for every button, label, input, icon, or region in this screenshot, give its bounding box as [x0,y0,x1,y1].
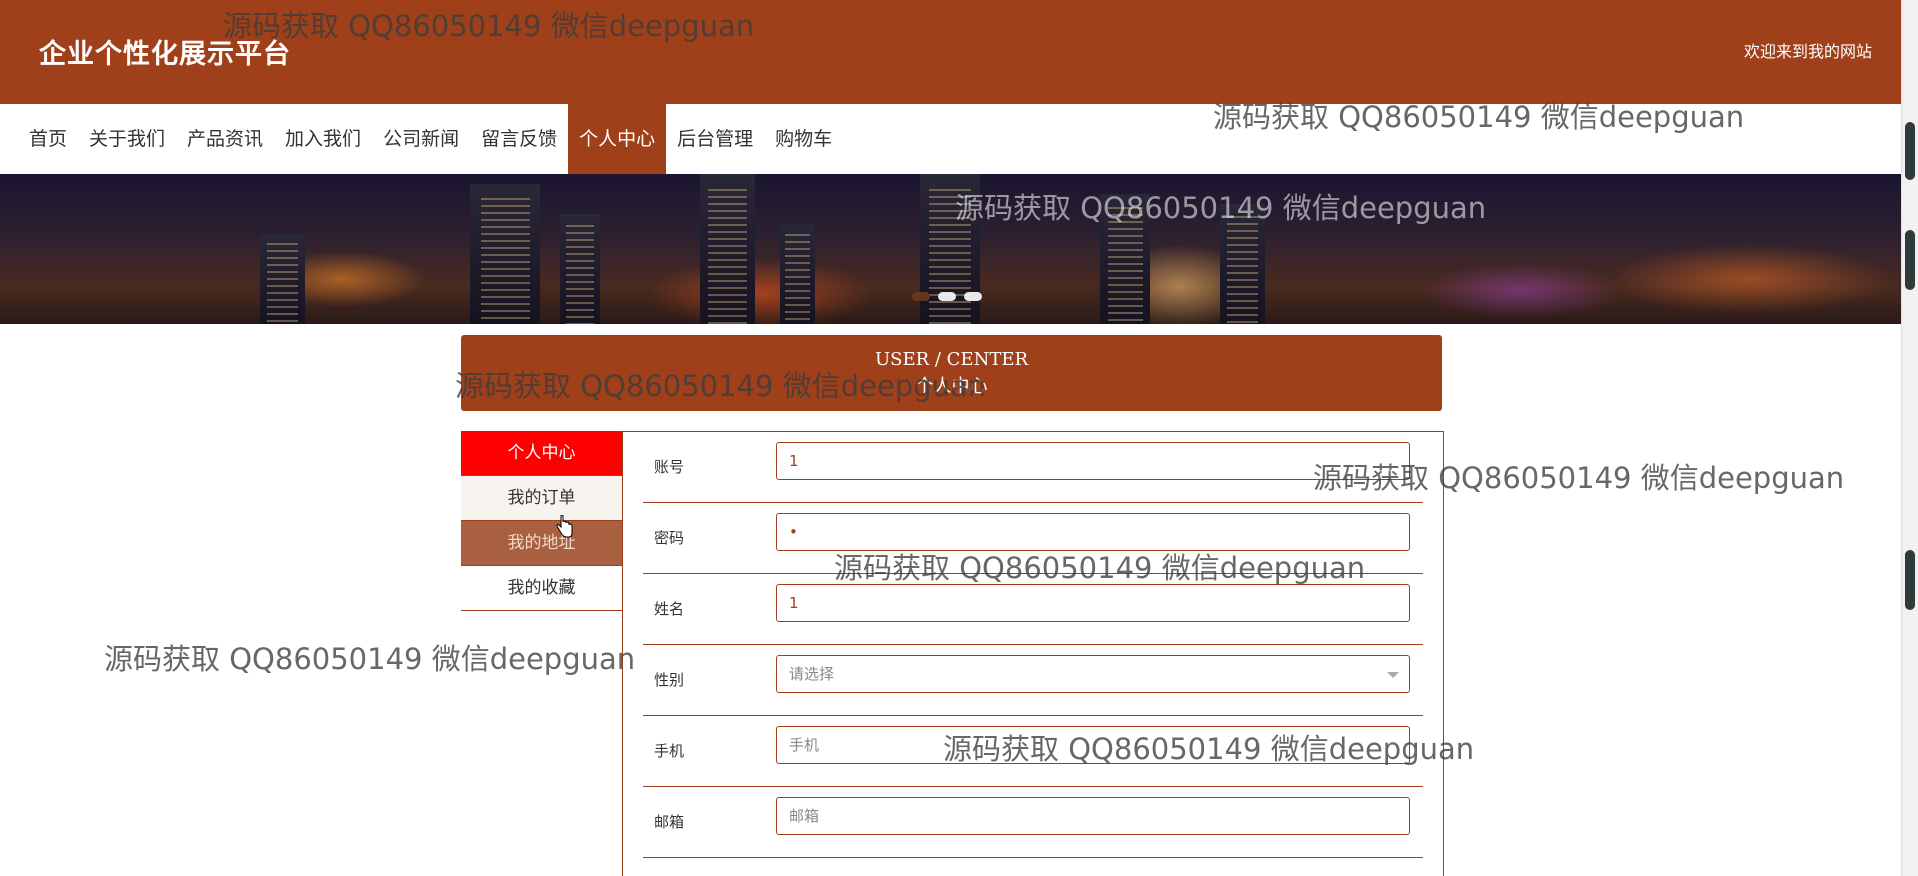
site-title[interactable]: 企业个性化展示平台 [39,32,291,71]
name-label: 姓名 [654,600,685,618]
nav-item-cart[interactable]: 购物车 [764,104,843,174]
top-header: 企业个性化展示平台 欢迎来到我的网站 [0,0,1902,104]
gender-select[interactable]: 请选择 [776,655,1410,693]
gender-label: 性别 [654,671,685,689]
banner-building [560,214,600,324]
email-label: 邮箱 [654,813,685,831]
form-row-name: 姓名 1 [643,574,1423,645]
chevron-down-icon [1387,672,1399,678]
page: 企业个性化展示平台 欢迎来到我的网站 首页 关于我们 产品资讯 加入我们 公司新… [0,0,1902,876]
user-side-menu: 个人中心 我的订单 我的地址 我的收藏 [461,431,622,611]
nav-item-user-center[interactable]: 个人中心 [568,104,667,174]
password-input[interactable]: • [776,513,1410,551]
carousel-dot[interactable] [964,292,982,301]
scrollbar-thumb[interactable] [1905,550,1915,610]
user-center-header: USER / CENTER 个人中心 [461,335,1442,411]
welcome-text: 欢迎来到我的网站 [1743,42,1872,61]
profile-form: 账号 1 密码 • 姓名 1 性别 请选择 手机 手机 邮箱 邮箱 [622,431,1444,876]
carousel-dot[interactable] [912,292,930,301]
banner-building [780,224,815,324]
side-item-orders[interactable]: 我的订单 [461,476,622,521]
side-item-user-center[interactable]: 个人中心 [461,431,622,476]
carousel-indicators [912,292,982,301]
user-center-title-cn: 个人中心 [915,376,988,397]
form-row-account: 账号 1 [643,432,1423,503]
nav-item-join[interactable]: 加入我们 [274,104,372,174]
hand-cursor-icon [556,515,573,538]
banner-building [470,184,540,324]
user-center-title-en: USER / CENTER [874,349,1029,370]
banner-building [1220,204,1265,324]
nav-item-home[interactable]: 首页 [18,104,78,174]
scrollbar-thumb[interactable] [1905,122,1915,180]
side-item-address[interactable]: 我的地址 [461,521,622,566]
banner-building [260,234,305,324]
nav-item-admin[interactable]: 后台管理 [666,104,764,174]
nav-item-news[interactable]: 公司新闻 [372,104,470,174]
gender-select-placeholder: 请选择 [789,665,835,683]
password-label: 密码 [654,529,685,547]
banner-carousel[interactable] [0,174,1902,324]
banner-building [1100,194,1150,324]
phone-label: 手机 [654,742,685,760]
name-input[interactable]: 1 [776,584,1410,622]
carousel-dot[interactable] [938,292,956,301]
form-row-password: 密码 • [643,503,1423,574]
form-row-phone: 手机 手机 [643,716,1423,787]
phone-input[interactable]: 手机 [776,726,1410,764]
side-item-favorites[interactable]: 我的收藏 [461,566,622,611]
page-scrollbar[interactable] [1901,0,1918,876]
nav-item-products[interactable]: 产品资讯 [176,104,274,174]
account-input[interactable]: 1 [776,442,1410,480]
main-nav: 首页 关于我们 产品资讯 加入我们 公司新闻 留言反馈 个人中心 后台管理 购物… [0,104,1902,174]
form-row-email: 邮箱 邮箱 [643,787,1423,858]
nav-item-about[interactable]: 关于我们 [78,104,176,174]
account-label: 账号 [654,458,685,476]
nav-item-feedback[interactable]: 留言反馈 [470,104,568,174]
email-input[interactable]: 邮箱 [776,797,1410,835]
form-row-gender: 性别 请选择 [643,645,1423,716]
banner-building [920,174,980,324]
banner-building [700,174,755,324]
scrollbar-thumb[interactable] [1905,230,1915,290]
watermark-text: 源码获取 QQ86050149 微信deepguan [104,642,636,676]
